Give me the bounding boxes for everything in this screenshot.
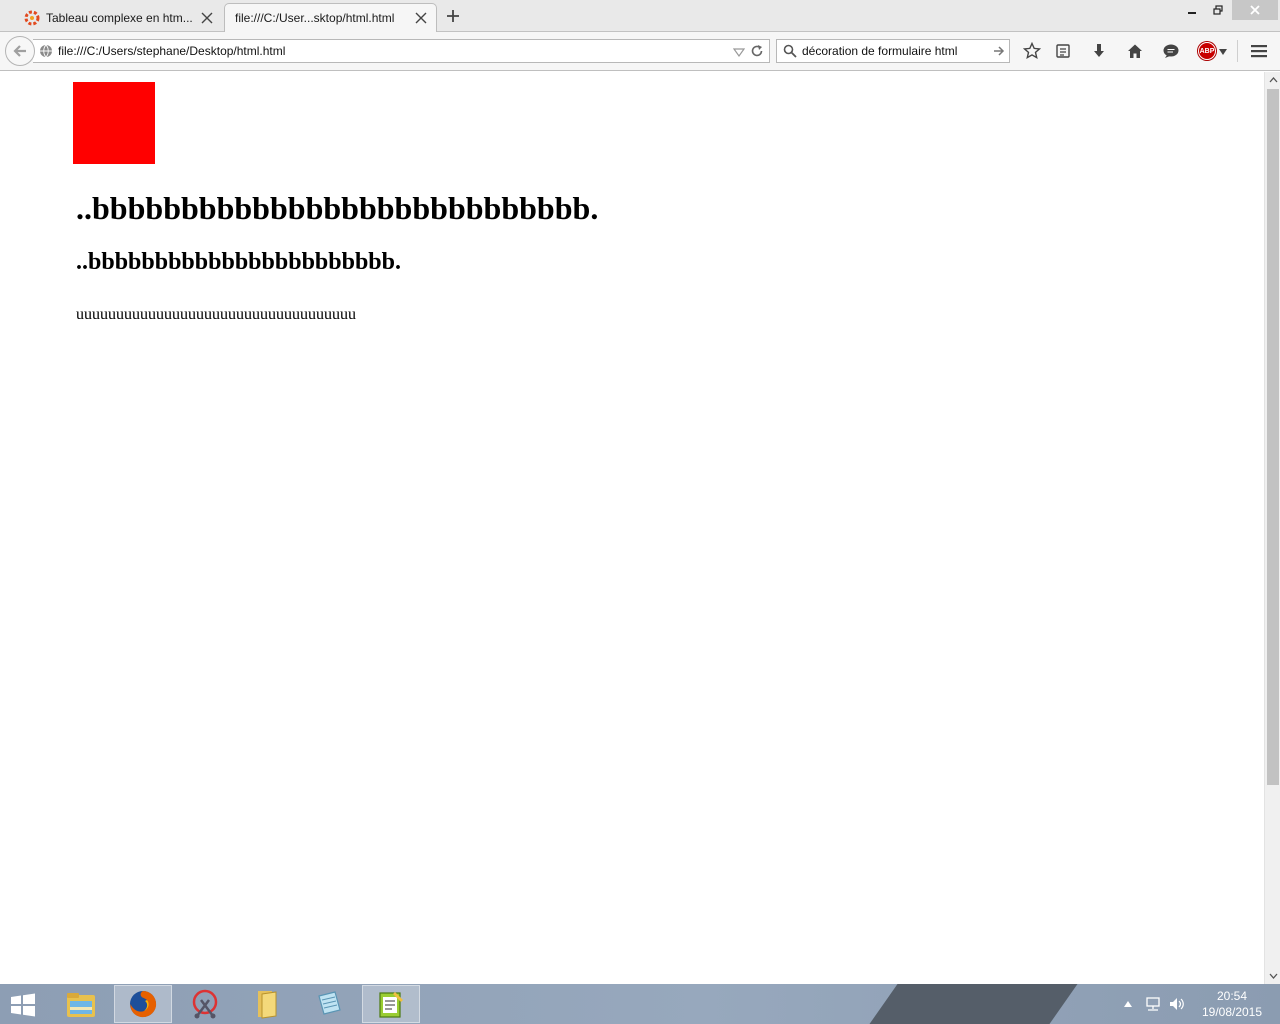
taskbar: 20:54 19/08/2015	[0, 984, 1280, 1024]
search-go-arrow-icon[interactable]	[993, 45, 1005, 57]
page-heading-1: ..bbbbbbbbbbbbbbbbbbbbbbbbbbbb.	[76, 190, 599, 226]
bookmark-star-button[interactable]	[1022, 41, 1042, 61]
page-heading-2: ..bbbbbbbbbbbbbbbbbbbbbbb.	[76, 249, 401, 275]
taskbar-firefox[interactable]	[114, 985, 172, 1023]
download-icon	[1094, 44, 1104, 57]
minimize-window-button[interactable]	[1180, 0, 1204, 20]
back-button[interactable]	[5, 36, 35, 66]
red-square	[73, 82, 155, 164]
close-tab-icon[interactable]	[200, 11, 214, 25]
history-dropdown-icon[interactable]	[733, 46, 745, 58]
file-manager-icon	[67, 993, 95, 1017]
tab-strip: Tableau complexe en htm... file:///C:/Us…	[0, 0, 1280, 32]
minimize-icon	[1188, 12, 1196, 14]
search-input-text[interactable]: décoration de formulaire html	[802, 44, 957, 58]
network-icon[interactable]	[1144, 996, 1162, 1012]
globe-icon	[40, 44, 52, 58]
open-menu-button[interactable]	[1249, 41, 1269, 61]
star-icon	[1023, 42, 1041, 60]
close-icon	[1250, 5, 1260, 15]
close-window-button[interactable]	[1232, 0, 1278, 20]
notepad-icon	[318, 991, 341, 1015]
vertical-scrollbar[interactable]	[1264, 72, 1280, 984]
colorful-ring-favicon-icon	[24, 10, 40, 25]
home-icon	[1128, 44, 1142, 58]
page-content: ..bbbbbbbbbbbbbbbbbbbbbbbbbbbb. ..bbbbbb…	[0, 72, 1264, 984]
taskbar-snipping-tool[interactable]	[176, 985, 234, 1023]
taskbar-notepad[interactable]	[300, 985, 358, 1023]
tab-html-file[interactable]: file:///C:/User...sktop/html.html	[224, 3, 437, 32]
editor-icon	[379, 992, 403, 1018]
reload-icon[interactable]	[750, 44, 764, 58]
menu-icon	[1251, 45, 1267, 58]
adblock-icon[interactable]: ABP	[1198, 42, 1216, 60]
show-hidden-icons-icon[interactable]	[1124, 1001, 1132, 1007]
snipping-tool-icon	[192, 989, 218, 1019]
taskbar-folder[interactable]	[238, 985, 296, 1023]
restore-window-button[interactable]	[1206, 0, 1230, 20]
scroll-thumb[interactable]	[1267, 89, 1279, 785]
scroll-down-button[interactable]	[1265, 968, 1280, 984]
scroll-up-button[interactable]	[1265, 72, 1280, 88]
bookmarks-list-button[interactable]	[1053, 41, 1073, 61]
reading-list-icon	[1056, 44, 1070, 58]
home-button[interactable]	[1125, 41, 1145, 61]
firefox-icon	[130, 991, 157, 1018]
adblock-dropdown-icon[interactable]	[1219, 49, 1227, 55]
volume-icon[interactable]	[1168, 996, 1186, 1012]
url-text[interactable]: file:///C:/Users/stephane/Desktop/html.h…	[58, 44, 285, 58]
taskbar-file-manager[interactable]	[52, 985, 110, 1023]
chat-icon	[1163, 44, 1179, 58]
url-bar[interactable]: file:///C:/Users/stephane/Desktop/html.h…	[33, 39, 770, 63]
navigation-toolbar: file:///C:/Users/stephane/Desktop/html.h…	[0, 32, 1280, 71]
toolbar-separator	[1237, 40, 1238, 62]
tab-tableau-complexe[interactable]: Tableau complexe en htm...	[14, 3, 222, 32]
clock-time[interactable]: 20:54	[1190, 989, 1274, 1003]
close-tab-icon[interactable]	[414, 11, 428, 25]
chevron-down-icon	[1269, 973, 1277, 979]
search-bar[interactable]: décoration de formulaire html	[776, 39, 1010, 63]
wallpaper-decoration	[855, 984, 1085, 1024]
taskbar-editor[interactable]	[362, 985, 420, 1023]
chat-button[interactable]	[1161, 41, 1181, 61]
folder-icon	[258, 991, 277, 1019]
back-arrow-icon	[13, 45, 26, 57]
downloads-button[interactable]	[1089, 41, 1109, 61]
page-paragraph: uuuuuuuuuuuuuuuuuuuuuuuuuuuuuuuuuuu	[76, 306, 356, 323]
windows-start-icon[interactable]	[6, 992, 40, 1018]
search-icon	[783, 44, 797, 58]
new-tab-plus-icon[interactable]	[444, 7, 462, 25]
clock-date[interactable]: 19/08/2015	[1190, 1005, 1274, 1019]
tab-title: file:///C:/User...sktop/html.html	[235, 11, 395, 25]
chevron-up-icon	[1269, 77, 1277, 83]
restore-icon	[1213, 5, 1223, 15]
tab-title: Tableau complexe en htm...	[46, 10, 193, 25]
